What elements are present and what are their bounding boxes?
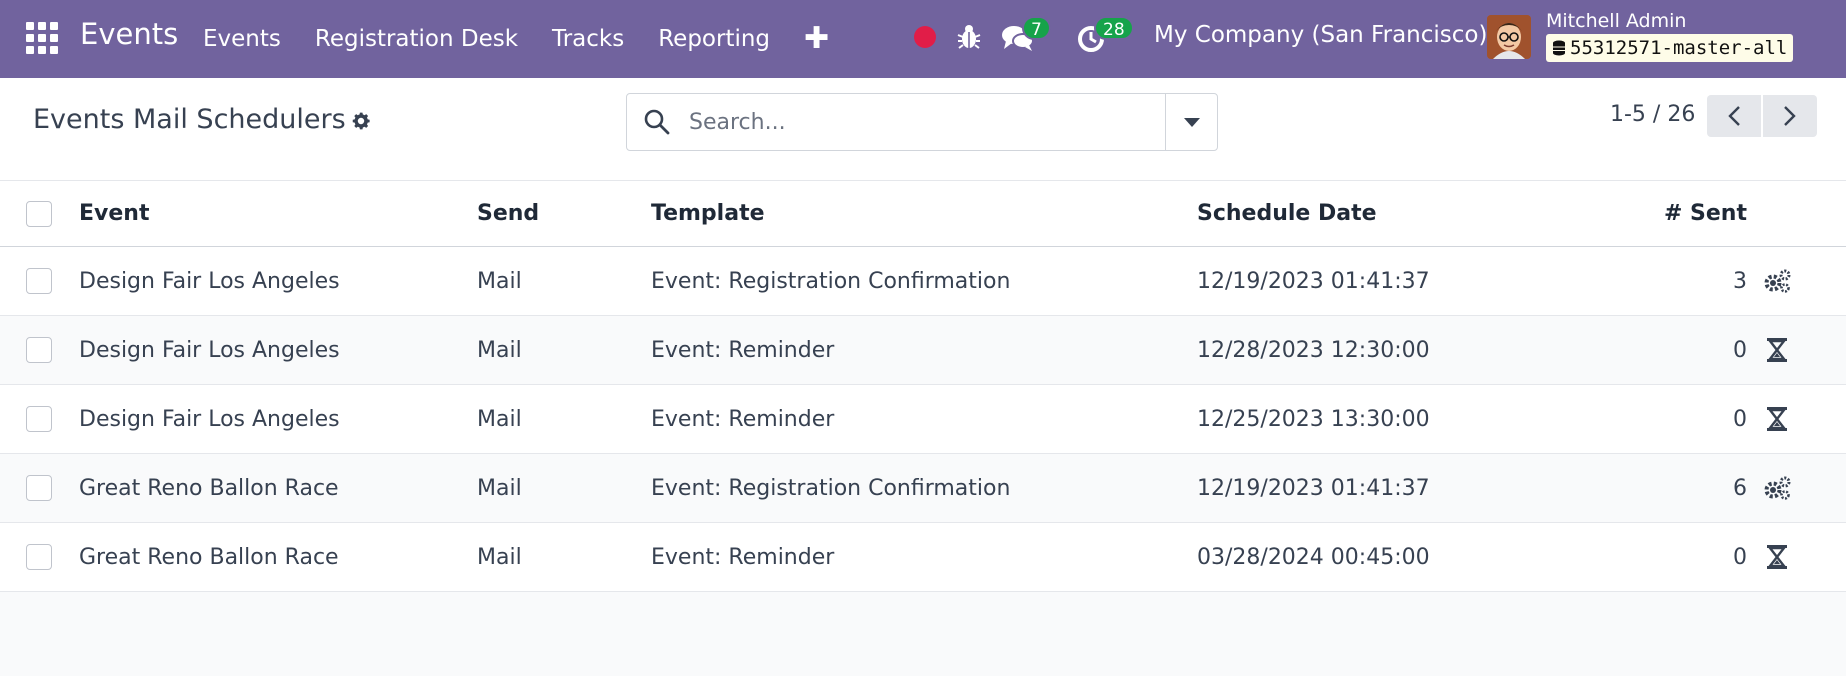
cell-send: Mail bbox=[477, 475, 522, 501]
table-row[interactable]: Design Fair Los Angeles Mail Event: Remi… bbox=[0, 316, 1846, 385]
database-name: 55312571-master-all bbox=[1570, 37, 1788, 59]
cell-sent: 3 bbox=[1733, 268, 1747, 294]
database-badge: 55312571-master-all bbox=[1546, 34, 1794, 62]
column-header-schedule-date[interactable]: Schedule Date bbox=[1197, 181, 1377, 246]
gears-icon bbox=[1764, 476, 1791, 500]
top-navbar: Events Events Registration Desk Tracks R… bbox=[0, 0, 1846, 78]
cell-template: Event: Registration Confirmation bbox=[651, 475, 1011, 501]
gears-icon bbox=[1764, 269, 1791, 293]
row-checkbox[interactable] bbox=[26, 475, 52, 501]
select-all-checkbox[interactable] bbox=[26, 200, 52, 227]
table-header: Event Send Template Schedule Date # Sent bbox=[0, 181, 1846, 247]
cell-event: Great Reno Ballon Race bbox=[79, 544, 339, 570]
hourglass-icon bbox=[1767, 407, 1787, 431]
row-checkbox[interactable] bbox=[26, 337, 52, 363]
recording-icon[interactable] bbox=[914, 26, 936, 48]
chat-count-badge: 7 bbox=[1022, 16, 1051, 40]
column-header-event[interactable]: Event bbox=[79, 181, 149, 246]
cell-schedule-date: 12/19/2023 01:41:37 bbox=[1197, 475, 1430, 501]
cell-event: Design Fair Los Angeles bbox=[79, 406, 340, 432]
search-bar bbox=[626, 93, 1218, 151]
cell-sent: 0 bbox=[1733, 544, 1747, 570]
menu-item-registration-desk[interactable]: Registration Desk bbox=[315, 26, 518, 52]
cell-template: Event: Reminder bbox=[651, 544, 835, 570]
database-icon bbox=[1553, 40, 1565, 56]
schedulers-list: Event Send Template Schedule Date # Sent… bbox=[0, 181, 1846, 592]
cell-sent: 0 bbox=[1733, 406, 1747, 432]
column-header-send[interactable]: Send bbox=[477, 181, 539, 246]
main-menu: Events Registration Desk Tracks Reportin… bbox=[203, 0, 829, 78]
user-name[interactable]: Mitchell Admin bbox=[1546, 10, 1686, 32]
page-title: Events Mail Schedulers bbox=[33, 104, 346, 135]
cell-schedule-date: 03/28/2024 00:45:00 bbox=[1197, 544, 1430, 570]
search-options-toggle[interactable] bbox=[1165, 94, 1217, 150]
cell-event: Great Reno Ballon Race bbox=[79, 475, 339, 501]
hourglass-icon bbox=[1767, 545, 1787, 569]
chevron-left-icon bbox=[1728, 106, 1740, 126]
app-brand[interactable]: Events bbox=[80, 17, 178, 51]
app-menu-icon[interactable] bbox=[26, 22, 58, 54]
control-panel: Events Mail Schedulers 1-5 / 26 bbox=[0, 78, 1846, 181]
cell-template: Event: Reminder bbox=[651, 337, 835, 363]
column-header-template[interactable]: Template bbox=[651, 181, 765, 246]
bug-icon[interactable] bbox=[956, 23, 982, 51]
caret-down-icon bbox=[1183, 117, 1200, 127]
row-checkbox[interactable] bbox=[26, 544, 52, 570]
hourglass-icon bbox=[1767, 338, 1787, 362]
search-input[interactable] bbox=[689, 103, 1159, 141]
avatar-face-icon bbox=[1487, 15, 1531, 59]
row-checkbox[interactable] bbox=[26, 406, 52, 432]
menu-item-reporting[interactable]: Reporting bbox=[658, 26, 770, 52]
menu-item-tracks[interactable]: Tracks bbox=[552, 26, 624, 52]
chevron-right-icon bbox=[1784, 106, 1796, 126]
cell-template: Event: Registration Confirmation bbox=[651, 268, 1011, 294]
cell-event: Design Fair Los Angeles bbox=[79, 337, 340, 363]
activity-count-badge: 28 bbox=[1094, 16, 1134, 40]
row-checkbox[interactable] bbox=[26, 268, 52, 294]
user-avatar[interactable] bbox=[1487, 15, 1531, 59]
plus-icon[interactable]: ✚ bbox=[804, 24, 829, 54]
pager-next-button[interactable] bbox=[1763, 95, 1817, 137]
cell-send: Mail bbox=[477, 406, 522, 432]
cell-template: Event: Reminder bbox=[651, 406, 835, 432]
column-header-sent[interactable]: # Sent bbox=[1620, 181, 1747, 246]
cell-sent: 0 bbox=[1733, 337, 1747, 363]
cell-schedule-date: 12/19/2023 01:41:37 bbox=[1197, 268, 1430, 294]
company-switcher[interactable]: My Company (San Francisco) bbox=[1154, 22, 1487, 48]
table-row[interactable]: Design Fair Los Angeles Mail Event: Remi… bbox=[0, 385, 1846, 454]
cell-send: Mail bbox=[477, 268, 522, 294]
search-icon bbox=[644, 109, 670, 135]
cell-schedule-date: 12/28/2023 12:30:00 bbox=[1197, 337, 1430, 363]
table-row[interactable]: Design Fair Los Angeles Mail Event: Regi… bbox=[0, 247, 1846, 316]
table-row[interactable]: Great Reno Ballon Race Mail Event: Regis… bbox=[0, 454, 1846, 523]
pager-previous-button[interactable] bbox=[1707, 95, 1761, 137]
cell-send: Mail bbox=[477, 337, 522, 363]
menu-item-events[interactable]: Events bbox=[203, 26, 281, 52]
gear-icon[interactable] bbox=[350, 110, 372, 132]
cell-event: Design Fair Los Angeles bbox=[79, 268, 340, 294]
cell-sent: 6 bbox=[1733, 475, 1747, 501]
pager-value[interactable]: 1-5 / 26 bbox=[1610, 102, 1695, 127]
cell-send: Mail bbox=[477, 544, 522, 570]
table-row[interactable]: Great Reno Ballon Race Mail Event: Remin… bbox=[0, 523, 1846, 592]
cell-schedule-date: 12/25/2023 13:30:00 bbox=[1197, 406, 1430, 432]
